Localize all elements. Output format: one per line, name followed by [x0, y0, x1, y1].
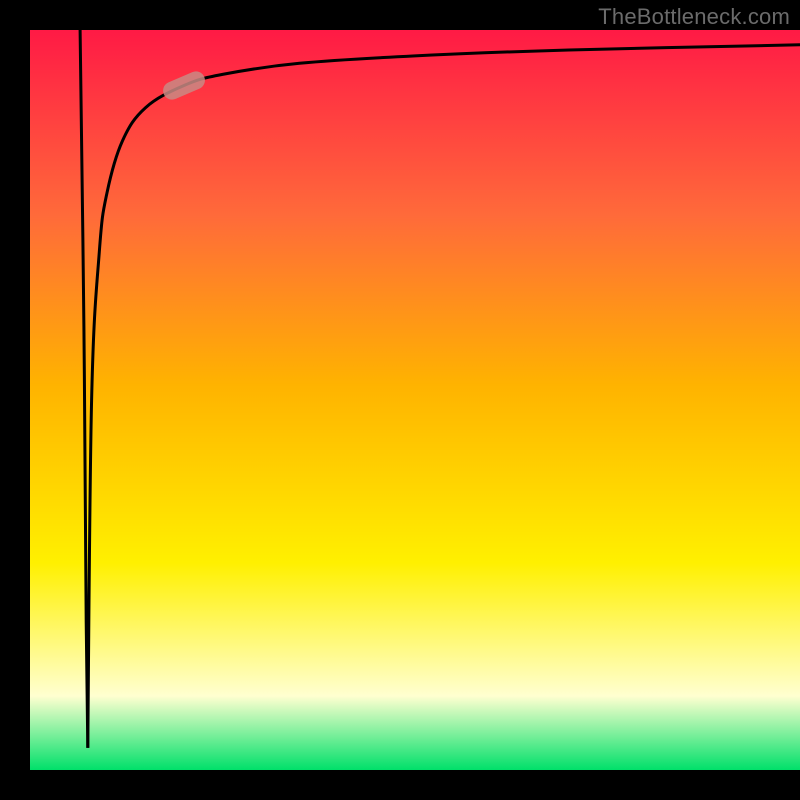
bottleneck-chart: [0, 0, 800, 800]
plot-background: [30, 30, 800, 770]
attribution-text: TheBottleneck.com: [598, 4, 790, 30]
x-axis-band: [0, 770, 800, 800]
y-axis-band: [0, 0, 30, 800]
